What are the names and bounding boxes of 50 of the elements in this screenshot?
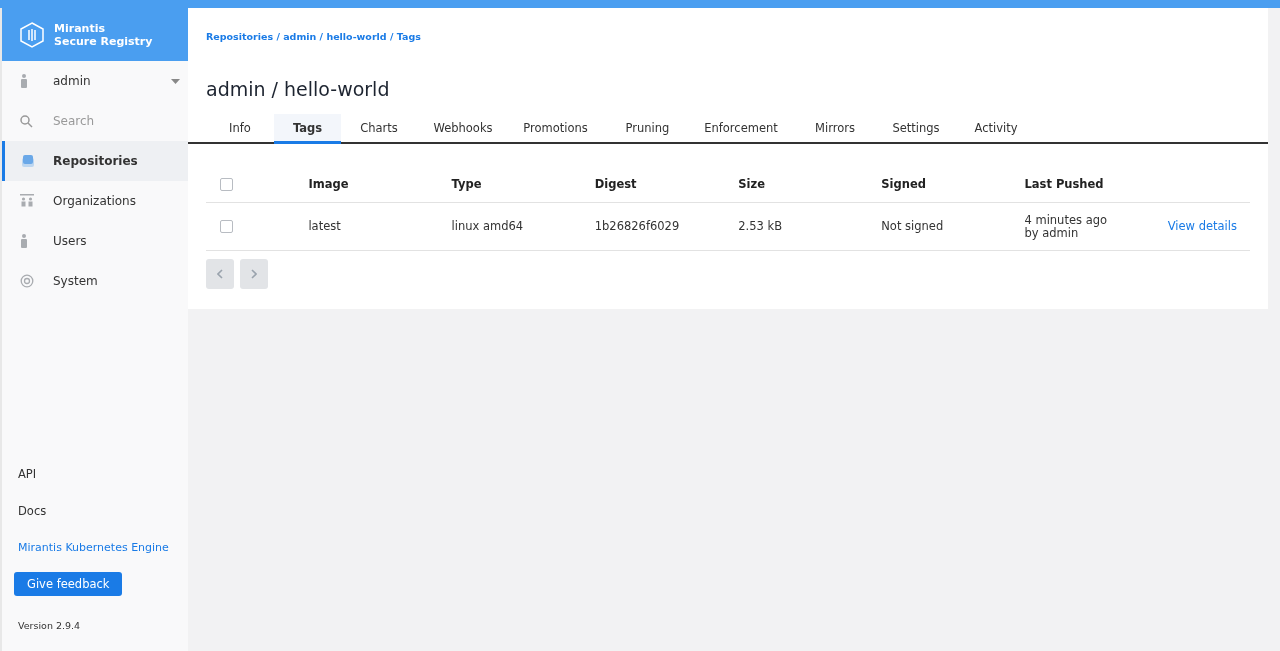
last-pushed-cell: 4 minutes ago by admin xyxy=(1024,212,1107,240)
person-icon xyxy=(20,74,28,88)
sidebar-item[interactable]: System xyxy=(2,261,188,301)
page-title: admin / hello-world xyxy=(206,78,391,100)
sidebar-item[interactable]: Organizations xyxy=(2,181,188,221)
search-field[interactable]: Search xyxy=(53,114,173,128)
brand-name: Mirantis xyxy=(54,21,106,35)
column-header: Image xyxy=(308,177,349,191)
people-group-icon xyxy=(20,194,34,208)
version-label: Version 2.9.4 xyxy=(17,619,82,633)
tab[interactable]: Tags xyxy=(274,114,341,144)
user-menu[interactable]: admin xyxy=(2,61,188,101)
column-header: Signed xyxy=(881,177,926,191)
column-header: Size xyxy=(738,177,765,191)
chevron-right-icon xyxy=(251,269,257,279)
tab[interactable]: Info xyxy=(206,114,274,144)
tab[interactable]: Charts xyxy=(341,114,417,144)
footer-link[interactable]: Mirantis Kubernetes Engine xyxy=(2,529,188,566)
sidebar-item[interactable]: Users xyxy=(2,221,188,261)
person-icon xyxy=(20,234,28,248)
caret-icon xyxy=(171,78,180,84)
feedback-button[interactable]: Give feedback xyxy=(14,572,123,596)
tab[interactable]: Enforcement xyxy=(693,114,789,144)
books-icon xyxy=(20,153,36,169)
tab[interactable]: Webhooks xyxy=(417,114,509,144)
breadcrumb[interactable]: Repositories / admin / hello-world / Tags xyxy=(206,8,1250,42)
brand-subtitle: Secure Registry xyxy=(54,34,153,48)
row-checkbox[interactable] xyxy=(220,220,233,233)
column-header: Digest xyxy=(594,177,637,191)
footer-link[interactable]: API xyxy=(2,455,188,492)
select-all-checkbox[interactable] xyxy=(220,177,233,191)
table-cell: latest xyxy=(308,219,341,233)
tab[interactable]: Promotions xyxy=(509,114,602,144)
search-icon xyxy=(20,114,33,128)
sidebar-item[interactable]: Repositories xyxy=(2,141,188,181)
tab[interactable]: Activity xyxy=(951,114,1041,144)
tab[interactable]: Settings xyxy=(881,114,951,144)
footer-link[interactable]: Docs xyxy=(2,492,188,529)
table-cell: 1b26826f6029 xyxy=(594,219,680,233)
tab[interactable]: Mirrors xyxy=(789,114,881,144)
table-cell: linux amd64 xyxy=(451,219,524,233)
column-header: Type xyxy=(451,177,482,191)
gear-icon xyxy=(20,274,34,288)
hexagon-logo-icon xyxy=(20,21,44,48)
tab[interactable]: Pruning xyxy=(602,114,693,144)
chevron-left-icon xyxy=(217,269,223,279)
table-cell: 2.53 kB xyxy=(738,219,783,233)
view-details-link[interactable]: View details xyxy=(1167,219,1237,233)
table-cell: Not signed xyxy=(881,219,944,233)
column-header: Last Pushed xyxy=(1024,177,1104,191)
